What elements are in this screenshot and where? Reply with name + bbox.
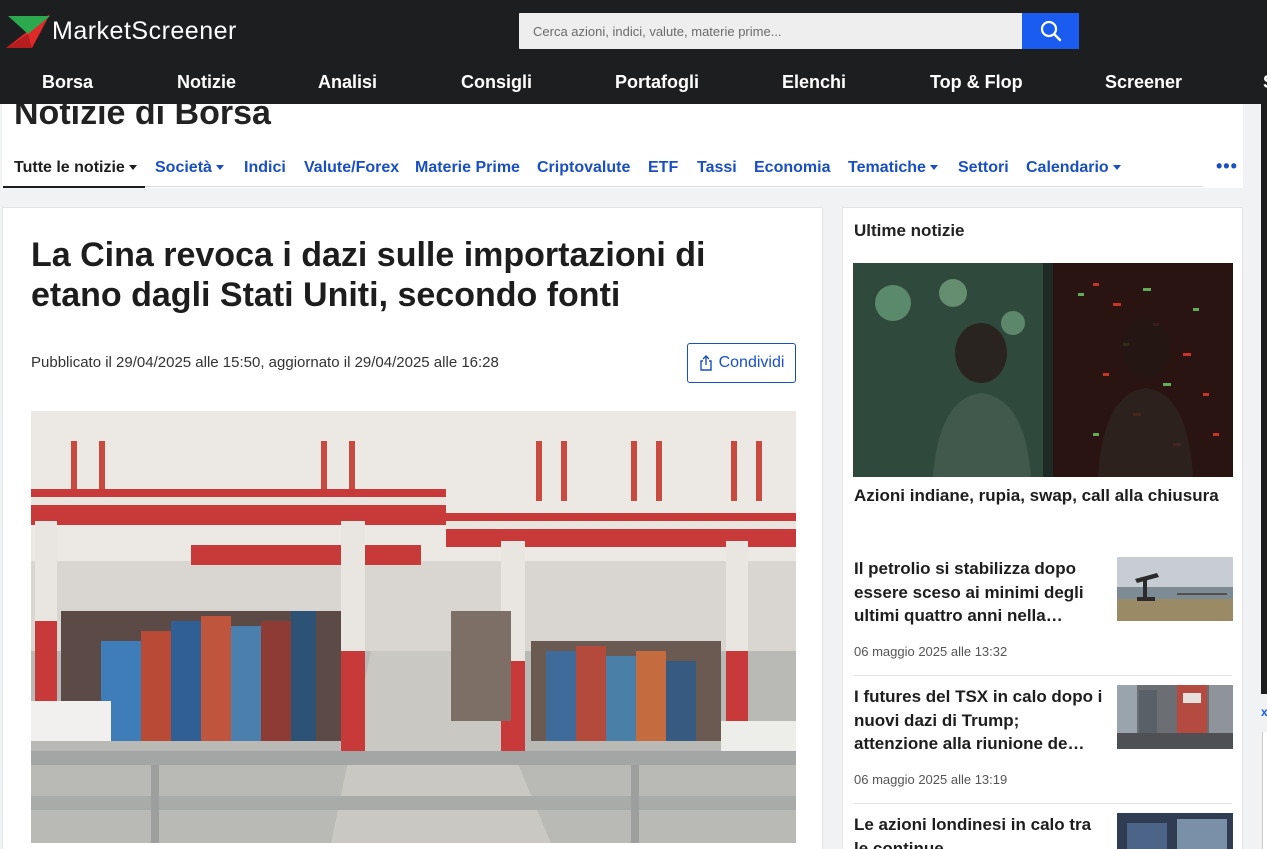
featured-news-image[interactable]	[853, 263, 1233, 477]
tab-valute-forex[interactable]: Valute/Forex	[304, 159, 399, 177]
news-headline[interactable]: Il petrolio si stabilizza dopo essere sc…	[854, 557, 1106, 628]
close-icon[interactable]: x	[1261, 705, 1267, 719]
nav-item-portafogli[interactable]: Portafogli	[615, 72, 699, 93]
city-street-image	[1117, 685, 1233, 749]
article-title: La Cina revoca i dazi sulle importazioni…	[31, 236, 706, 314]
nav-item-borsa[interactable]: Borsa	[42, 72, 93, 93]
news-thumbnail[interactable]	[1117, 557, 1233, 621]
news-thumbnail[interactable]	[1117, 813, 1233, 849]
tab-label: Tematiche	[848, 159, 926, 176]
search-button[interactable]	[1022, 13, 1079, 49]
caret-down-icon	[929, 165, 938, 171]
nav-item-consigli[interactable]: Consigli	[461, 72, 532, 93]
tab-materie-prime[interactable]: Materie Prime	[415, 159, 520, 177]
nav-item-overflow[interactable]: S	[1263, 72, 1267, 93]
active-tab-indicator	[3, 186, 145, 188]
tab-tassi[interactable]: Tassi	[697, 159, 737, 177]
article-image	[31, 411, 796, 843]
nav-item-screener[interactable]: Screener	[1105, 72, 1182, 93]
caret-down-icon	[128, 165, 137, 171]
tab-tematiche[interactable]: Tematiche	[848, 159, 938, 177]
tab-label: Tutte le notizie	[14, 159, 125, 176]
latest-news-title: Ultime notizie	[854, 221, 965, 240]
top-header: MarketScreener	[0, 0, 1267, 62]
nav-item-top-flop[interactable]: Top & Flop	[930, 72, 1023, 93]
tab-criptovalute[interactable]: Criptovalute	[537, 159, 630, 177]
news-divider	[854, 803, 1232, 804]
tab-economia[interactable]: Economia	[754, 159, 830, 177]
port-cranes-image	[31, 411, 796, 843]
news-timestamp: 06 maggio 2025 alle 13:19	[854, 772, 1008, 787]
nav-item-notizie[interactable]: Notizie	[177, 72, 236, 93]
news-divider	[854, 675, 1232, 676]
trader-screens-image	[853, 263, 1233, 477]
caret-down-icon	[1112, 165, 1121, 171]
latest-news-panel: Ultime notizie Azioni indiane, rupia, sw…	[842, 207, 1243, 849]
news-headline[interactable]: I futures del TSX in calo dopo i nuovi d…	[854, 685, 1106, 756]
logo[interactable]: MarketScreener	[6, 14, 237, 48]
main-nav: Borsa Notizie Analisi Consigli Portafogl…	[0, 62, 1267, 104]
tab-tutte-le-notizie[interactable]: Tutte le notizie	[14, 159, 137, 177]
search-input[interactable]	[519, 13, 1023, 49]
subnav-divider	[145, 186, 1203, 187]
tab-calendario[interactable]: Calendario	[1026, 159, 1121, 177]
section-header: Notizie di Borsa Tutte le notizie Societ…	[2, 104, 1243, 188]
search-icon	[1040, 20, 1061, 42]
article-card: La Cina revoca i dazi sulle importazioni…	[2, 207, 823, 849]
tab-etf[interactable]: ETF	[648, 159, 678, 177]
trader-desk-image	[1117, 813, 1233, 849]
tab-label: Calendario	[1026, 159, 1109, 176]
news-timestamp: 06 maggio 2025 alle 13:32	[854, 644, 1008, 659]
news-thumbnail[interactable]	[1117, 685, 1233, 749]
oil-pump-image	[1117, 557, 1233, 621]
more-options-icon[interactable]: •••	[1216, 156, 1238, 177]
tab-indici[interactable]: Indici	[244, 159, 286, 177]
share-label: Condividi	[718, 354, 785, 371]
right-edge-panel-lower	[1262, 732, 1267, 849]
logo-text: MarketScreener	[52, 16, 237, 45]
news-subnav: Tutte le notizie Società Indici Valute/F…	[2, 154, 1243, 188]
right-edge-panel	[1261, 104, 1267, 694]
tab-settori[interactable]: Settori	[958, 159, 1009, 177]
caret-down-icon	[215, 165, 224, 171]
share-button[interactable]: Condividi	[687, 343, 796, 383]
page-title: Notizie di Borsa	[14, 104, 271, 132]
tab-label: Società	[155, 159, 212, 176]
logo-mark-icon	[6, 14, 50, 48]
nav-item-analisi[interactable]: Analisi	[318, 72, 377, 93]
tab-societa[interactable]: Società	[155, 159, 224, 177]
news-headline[interactable]: Le azioni londinesi in calo tra le conti…	[854, 813, 1106, 849]
publication-date: Pubblicato il 29/04/2025 alle 15:50, agg…	[31, 354, 499, 371]
nav-item-elenchi[interactable]: Elenchi	[782, 72, 846, 93]
share-icon	[699, 355, 712, 371]
featured-news-headline[interactable]: Azioni indiane, rupia, swap, call alla c…	[854, 484, 1224, 507]
